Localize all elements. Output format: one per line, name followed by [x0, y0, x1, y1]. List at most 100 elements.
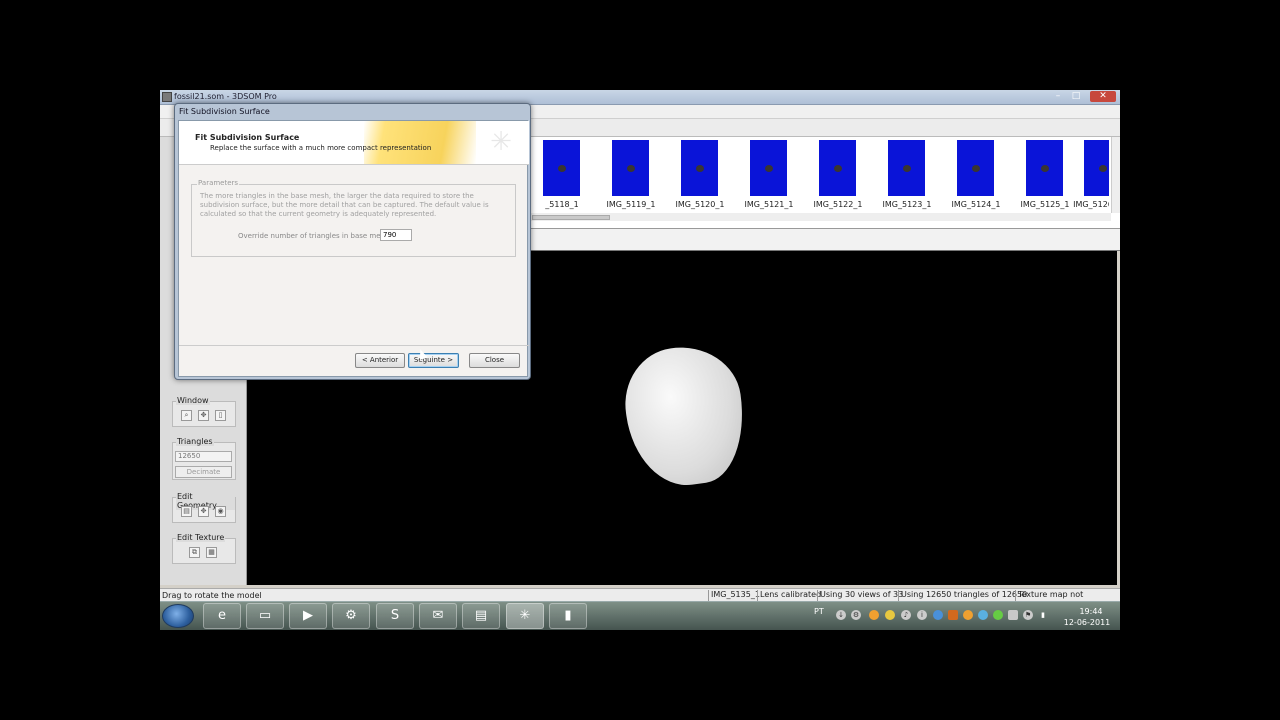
thumbnail-strip[interactable]: _5118_1 IMG_5119_1 IMG_5120_1 IMG_5121_1… [530, 137, 1120, 229]
clock-time[interactable]: 19:44 [1065, 607, 1117, 616]
minimize-button[interactable]: – [1049, 91, 1067, 102]
dialog-subheading: Replace the surface with a much more com… [210, 144, 432, 152]
dialog-heading: Fit Subdivision Surface [195, 133, 300, 142]
thumbnail-label: IMG_5124_1 [951, 200, 1001, 209]
thumbnail-item[interactable]: IMG_5119_1 [601, 140, 661, 212]
zoom-icon[interactable]: ⌕ [181, 410, 192, 421]
mail-icon[interactable]: ✉ [419, 603, 457, 629]
3d-model[interactable] [617, 339, 753, 493]
thumbnail-image [957, 140, 994, 196]
thumbnail-item[interactable]: IMG_5120_1 [670, 140, 730, 212]
thumbnail-divider [530, 229, 1120, 251]
status-texture: Texture map not generated [1015, 590, 1120, 609]
thumbnail-label: IMG_5122_1 [813, 200, 863, 209]
decimate-button[interactable]: Decimate [175, 466, 232, 478]
system-tray: ↓ ⚙ ♪ i ⚑ ▮ [808, 606, 1048, 626]
tray-printer-icon[interactable] [1008, 610, 1018, 620]
parameters-description: The more triangles in the base mesh, the… [200, 192, 489, 218]
status-message: Drag to rotate the model [162, 591, 262, 600]
thumbnail-item[interactable]: IMG_5126_ [1053, 140, 1109, 212]
tray-green-icon[interactable] [993, 610, 1003, 620]
back-button[interactable]: < Anterior [355, 353, 405, 368]
camera-icon[interactable]: ▮ [549, 603, 587, 629]
tray-home-icon[interactable] [963, 610, 973, 620]
parameters-title: Parameters [197, 179, 240, 187]
copy-texture-icon[interactable]: ⧉ [189, 547, 200, 558]
fit-subdivision-dialog: Fit Subdivision Surface ✳ Fit Subdivisio… [174, 103, 531, 380]
scrollbar-thumb[interactable] [532, 215, 610, 220]
thumbnail-item[interactable]: IMG_5122_1 [808, 140, 868, 212]
header-burst-icon: ✳ [490, 127, 512, 157]
thumbnail-label: IMG_5123_1 [882, 200, 932, 209]
tray-volume-icon[interactable]: ♪ [901, 610, 911, 620]
triangles-field[interactable]: 12650 [175, 451, 232, 462]
eye-icon[interactable]: ◉ [215, 506, 226, 517]
thumbnail-label: _5118_1 [545, 200, 579, 209]
explorer-icon[interactable]: ▭ [246, 603, 284, 629]
pan-icon[interactable]: ✥ [198, 410, 209, 421]
edit-texture-group: Edit Texture ⧉ ▦ [172, 533, 236, 564]
tray-download-icon[interactable]: ↓ [836, 610, 846, 620]
tray-info-icon[interactable]: i [917, 610, 927, 620]
start-button[interactable] [162, 604, 194, 628]
thumbnail-item[interactable]: _5118_1 [532, 140, 592, 212]
skype-icon[interactable]: S [376, 603, 414, 629]
thumbnail-horizontal-scrollbar[interactable] [530, 213, 1111, 221]
thumbnail-item[interactable]: IMG_5123_1 [877, 140, 937, 212]
thumbnail-image [681, 140, 718, 196]
header-banner-graphic [364, 121, 476, 164]
tray-bluetooth-icon[interactable] [978, 610, 988, 620]
thumbnail-label: IMG_5121_1 [744, 200, 794, 209]
thumbnail-vertical-scrollbar[interactable] [1111, 137, 1120, 213]
status-views: Using 30 views of 33 [817, 590, 903, 601]
thumbnail-item[interactable]: IMG_5124_1 [946, 140, 1006, 212]
network-icon[interactable]: ⚙ [332, 603, 370, 629]
triangles-group-label: Triangles [176, 437, 214, 446]
taskbar: e ▭ ▶ ⚙ S ✉ ▤ ✳ ▮ PT ↓ ⚙ ♪ i ⚑ ▮ 19:44 1… [160, 601, 1120, 630]
dialog-title: Fit Subdivision Surface [179, 107, 270, 116]
thumbnail-label: IMG_5126_ [1073, 200, 1109, 209]
notes-icon[interactable]: ▤ [462, 603, 500, 629]
status-bar: Drag to rotate the model IMG_5135_1 Lens… [160, 588, 1120, 609]
triangles-group: Triangles 12650 Decimate [172, 437, 236, 480]
geometry-tool-icon[interactable]: ▤ [181, 506, 192, 517]
status-triangles: Using 12650 triangles of 12650 [898, 590, 1027, 601]
status-lens: Lens calibrated [757, 590, 821, 601]
maximize-button[interactable]: □ [1067, 91, 1085, 102]
tray-update-icon[interactable] [933, 610, 943, 620]
next-button[interactable]: Seguinte > [408, 353, 459, 368]
thumbnail-image [1084, 140, 1109, 196]
status-image: IMG_5135_1 [708, 590, 760, 601]
tray-settings-icon[interactable]: ⚙ [851, 610, 861, 620]
move-icon[interactable]: ✥ [198, 506, 209, 517]
edit-geometry-group: Edit Geometry ▤ ✥ ◉ [172, 492, 236, 523]
thumbnail-label: IMG_5120_1 [675, 200, 725, 209]
app-title: fossil21.som - 3DSOM Pro [174, 92, 277, 101]
3dsom-icon[interactable]: ✳ [506, 603, 544, 629]
window-group: Window ⌕ ✥ ▯ [172, 396, 236, 427]
dialog-body: ✳ Fit Subdivision Surface Replace the su… [178, 120, 529, 377]
tray-network-icon[interactable]: ▮ [1038, 610, 1048, 620]
tray-smile-icon[interactable] [885, 610, 895, 620]
dialog-separator [179, 345, 529, 346]
thumbnail-image [612, 140, 649, 196]
thumbnail-item[interactable]: IMG_5121_1 [739, 140, 799, 212]
edit-texture-label: Edit Texture [176, 533, 226, 542]
paste-texture-icon[interactable]: ▦ [206, 547, 217, 558]
tray-shield-icon[interactable] [948, 610, 958, 620]
thumbnail-image [543, 140, 580, 196]
dialog-header: ✳ Fit Subdivision Surface Replace the su… [179, 121, 529, 165]
thumbnail-image [750, 140, 787, 196]
close-button[interactable]: ✕ [1090, 91, 1116, 102]
ie-icon[interactable]: e [203, 603, 241, 629]
desktop-screen: fossil21.som - 3DSOM Pro – □ ✕ _5118_1 I… [160, 90, 1120, 630]
parameters-group: Parameters The more triangles in the bas… [191, 179, 516, 257]
override-label: Override number of triangles in base mes… [238, 232, 389, 240]
dialog-close-button[interactable]: Close [469, 353, 520, 368]
media-player-icon[interactable]: ▶ [289, 603, 327, 629]
tray-flag-icon[interactable]: ⚑ [1023, 610, 1033, 620]
clock-date[interactable]: 12-06-2011 [1058, 618, 1116, 627]
fit-view-icon[interactable]: ▯ [215, 410, 226, 421]
tray-app-icon[interactable] [869, 610, 879, 620]
override-triangles-input[interactable] [380, 229, 412, 241]
